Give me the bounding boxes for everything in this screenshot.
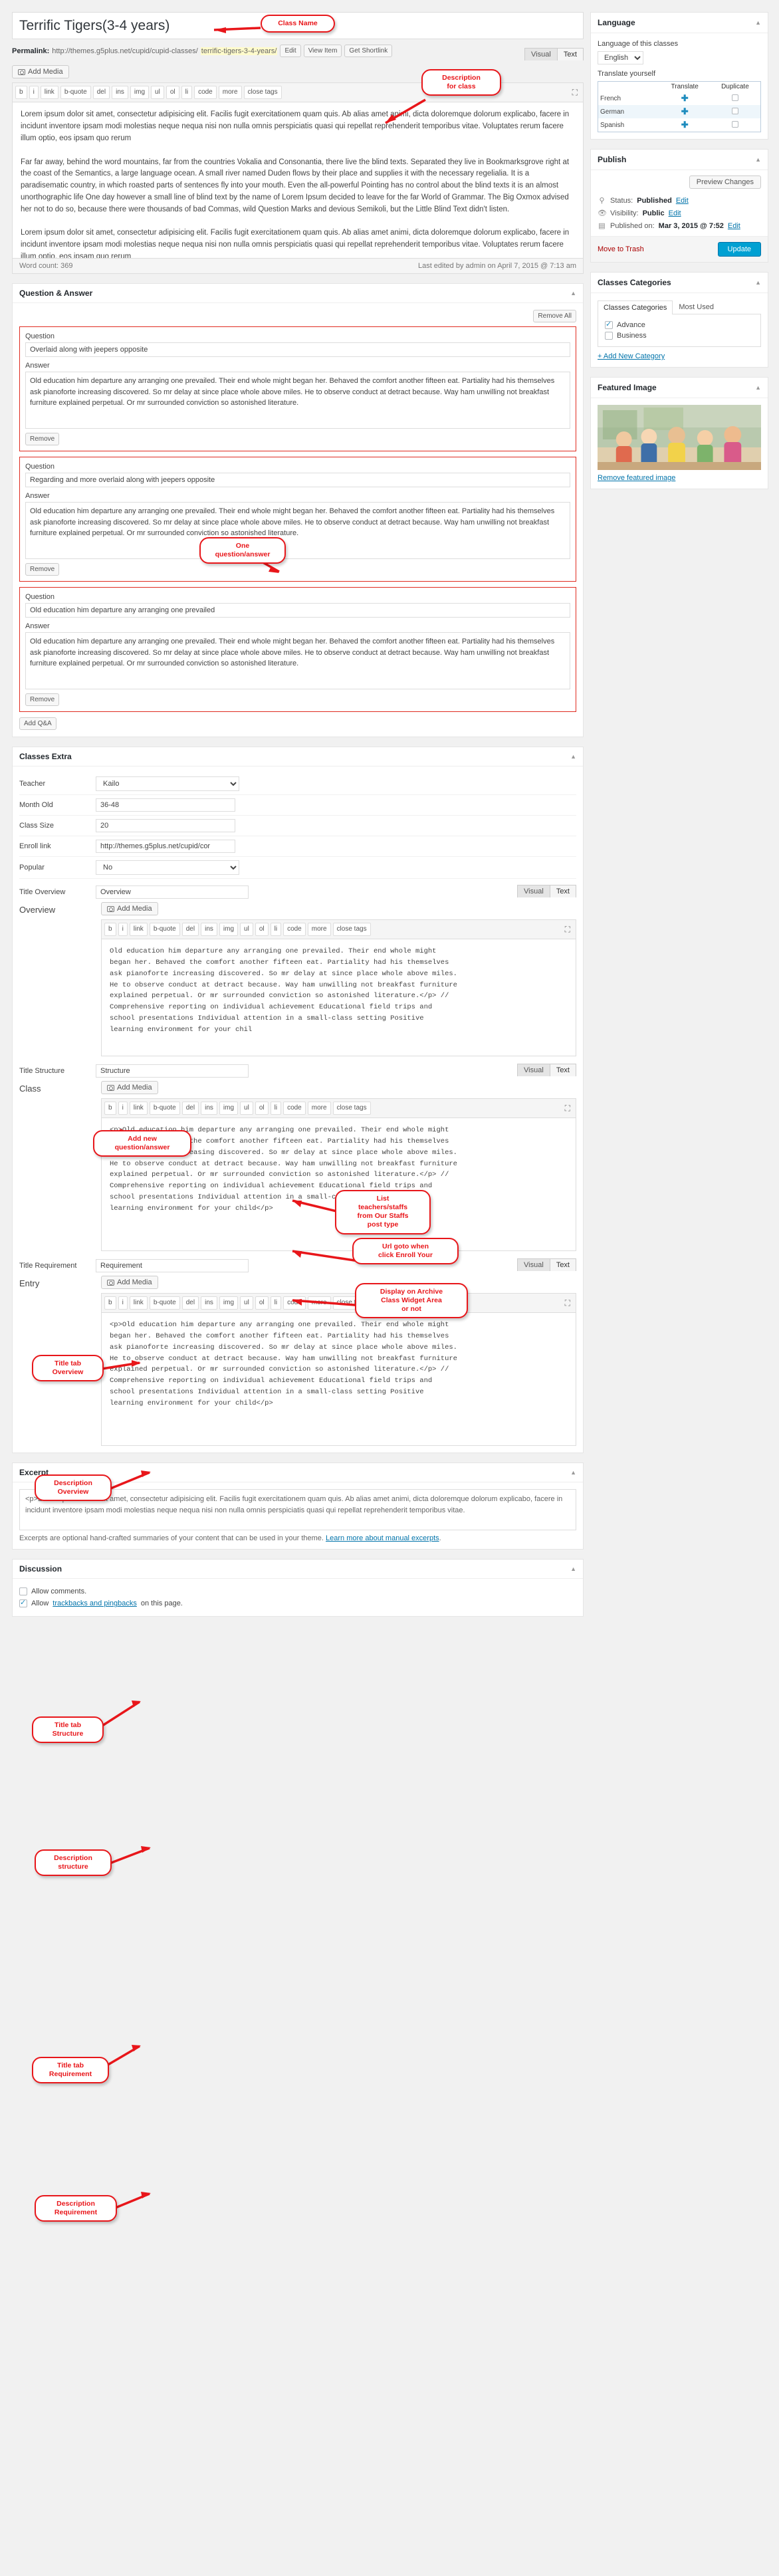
annotation-list-teachers: List teachers/staffs from Our Staffs pos… [335, 1190, 431, 1234]
annotation-class-name: Class Name [261, 15, 335, 33]
annotation-display-archive: Display on Archive Class Widget Area or … [355, 1283, 468, 1319]
annotation-title-tab-requirement: Title tab Requirement [32, 2057, 109, 2084]
annotation-url-enroll: Url goto when click Enroll Your [352, 1238, 459, 1265]
annotation-add-new-qa: Add new question/answer [93, 1130, 191, 1157]
annotation-description-overview: Description Overview [35, 1474, 112, 1502]
annotation-title-tab-structure: Title tab Structure [32, 1716, 104, 1744]
annotation-description-for-class: Description for class [421, 69, 501, 96]
admin-page: Permalink: http://themes.g5plus.net/cupi… [0, 0, 779, 2222]
annotation-description-requirement: Description Requirement [35, 2195, 117, 2222]
annotation-title-tab-overview: Title tab Overview [32, 1355, 104, 1382]
annotation-one-question-answer: One question/answer [199, 537, 286, 564]
annotation-description-structure: Description structure [35, 1849, 112, 1877]
